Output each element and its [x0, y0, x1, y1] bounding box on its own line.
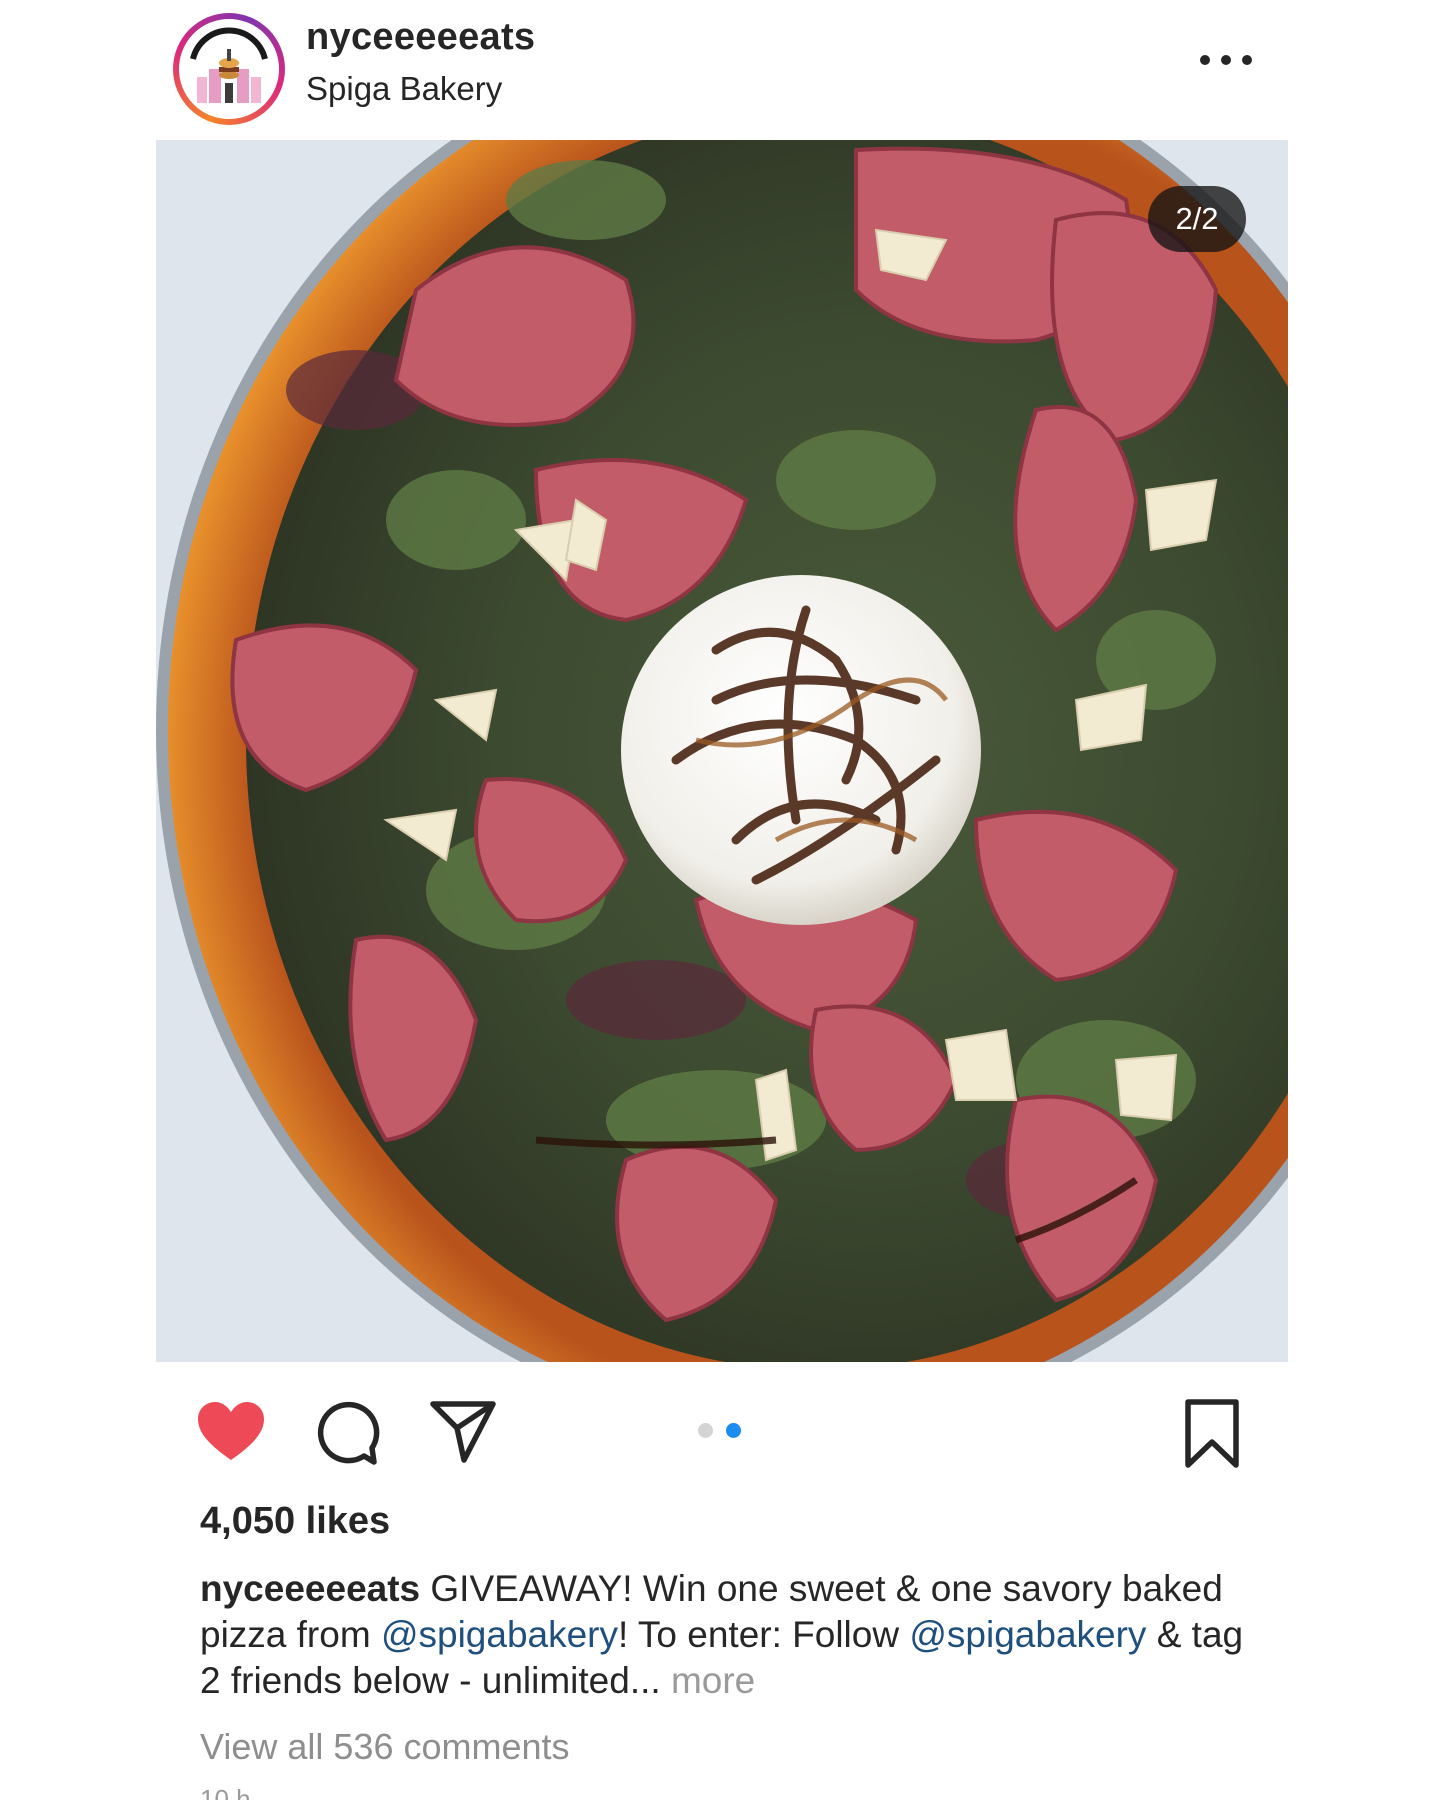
caption-mention[interactable]: @spigabakery	[381, 1614, 618, 1655]
carousel-indicator	[698, 1421, 748, 1439]
save-bookmark-icon[interactable]	[1182, 1398, 1242, 1470]
share-send-icon[interactable]	[428, 1398, 498, 1464]
view-all-comments-link[interactable]: View all 536 comments	[200, 1726, 570, 1768]
post-username[interactable]: nyceeeeeats	[306, 16, 535, 59]
like-heart-icon[interactable]	[196, 1400, 266, 1464]
caption-username[interactable]: nyceeeeeats	[200, 1568, 420, 1609]
profile-avatar-ring[interactable]	[173, 13, 285, 125]
post-image[interactable]	[156, 140, 1288, 1362]
nyceeeeeats-logo-icon	[179, 19, 279, 119]
caption-text: ! To enter: Follow	[618, 1614, 900, 1655]
pizza-photo	[156, 140, 1288, 1362]
image-counter-badge: 2/2	[1148, 186, 1246, 252]
post-header: nyceeeeeats Spiga Bakery	[0, 0, 1440, 138]
carousel-dot-2-active	[726, 1423, 741, 1438]
carousel-dot-1	[698, 1423, 713, 1438]
likes-count[interactable]: 4,050 likes	[200, 1500, 390, 1543]
post-caption: nyceeeeeats GIVEAWAY! Win one sweet & on…	[200, 1566, 1260, 1704]
avatar[interactable]	[179, 19, 279, 119]
caption-mention[interactable]: @spigabakery	[909, 1614, 1146, 1655]
post-timestamp: 10 h	[200, 1784, 251, 1800]
post-location[interactable]: Spiga Bakery	[306, 70, 502, 108]
comment-icon[interactable]	[314, 1400, 380, 1466]
caption-more-link[interactable]: more	[671, 1660, 755, 1701]
more-options-icon[interactable]	[1196, 44, 1256, 74]
